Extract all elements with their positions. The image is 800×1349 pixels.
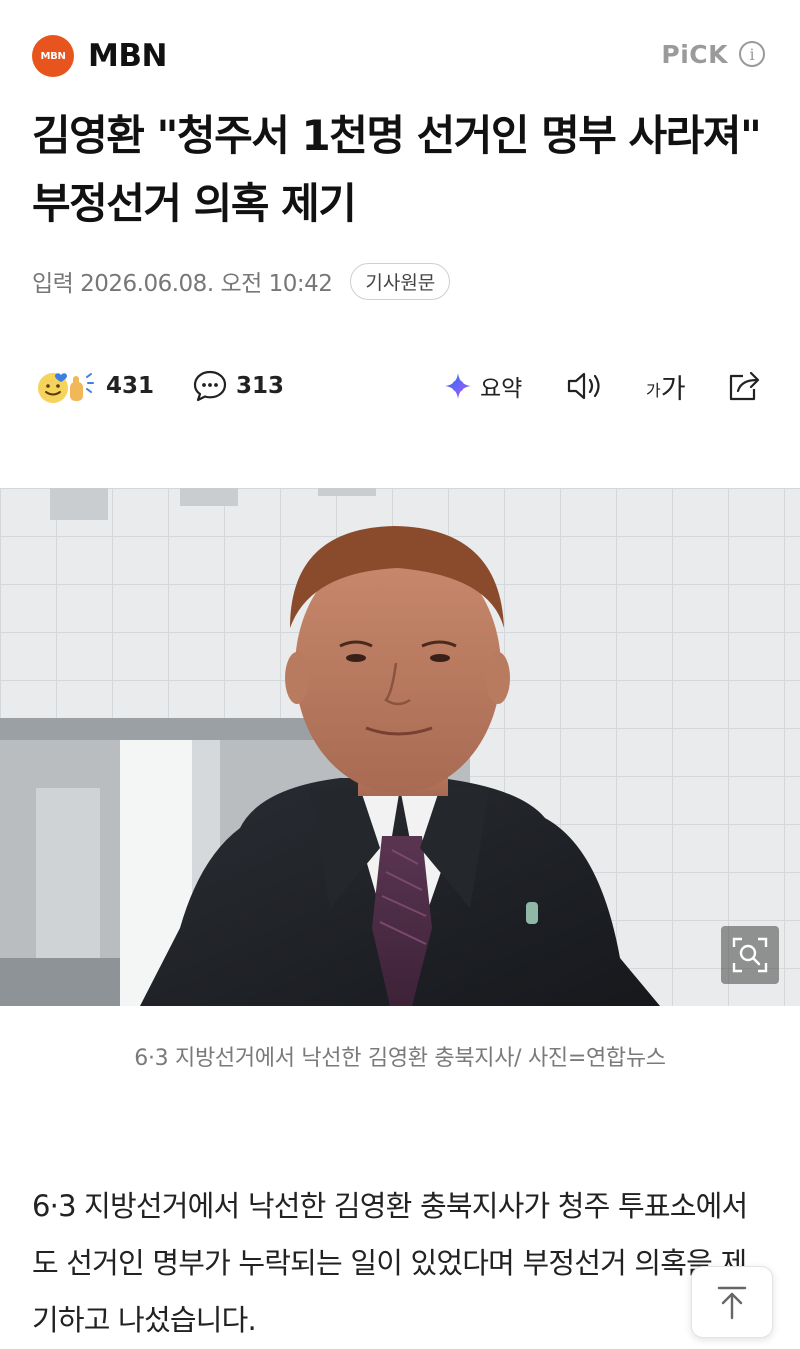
photo-caption: 6·3 지방선거에서 낙선한 김영환 충북지사/ 사진=연합뉴스 <box>134 1046 666 1071</box>
article-body-paragraph: 6·3 지방선거에서 낙선한 김영환 충북지사가 청주 투표소에서도 선거인 명… <box>32 1189 748 1337</box>
comment-bubble-icon <box>193 370 227 402</box>
original-article-button[interactable]: 기사원문 <box>350 262 451 300</box>
arrow-up-icon <box>717 1286 747 1320</box>
zoom-magnifier-icon <box>732 937 768 973</box>
share-button[interactable] <box>725 360 765 412</box>
article-toolbar: 431 313 요약 가 가 <box>32 360 768 412</box>
press-logo[interactable]: MBN <box>32 35 74 77</box>
font-size-button[interactable]: 가 가 <box>646 360 686 412</box>
photo-zoom-button[interactable] <box>721 926 779 984</box>
article-meta: 입력 2026.06.08. 오전 10:42 기사원문 <box>32 262 451 300</box>
article-photo[interactable] <box>0 488 800 1006</box>
font-size-small-glyph: 가 <box>646 381 661 400</box>
article-headline: 김영환 "청주서 1천명 선거인 명부 사라져" 부정선거 의혹 제기 <box>32 111 762 228</box>
summary-sparkle-icon <box>445 373 471 399</box>
scroll-to-top-button[interactable] <box>691 1266 773 1338</box>
reaction-emoji-icon <box>38 373 94 403</box>
reaction-count: 431 <box>106 373 155 399</box>
comments-button[interactable]: 313 <box>192 360 284 412</box>
text-to-speech-button[interactable] <box>565 360 607 412</box>
comment-count: 313 <box>236 373 285 399</box>
speaker-icon <box>567 372 600 400</box>
summary-button[interactable]: 요약 <box>442 360 522 412</box>
published-date: 입력 2026.06.08. 오전 10:42 <box>32 271 333 297</box>
press-header: MBN MBN PiCK i <box>32 34 768 80</box>
info-icon[interactable]: i <box>739 41 765 67</box>
reaction-button[interactable]: 431 <box>34 360 154 412</box>
article-photo-image <box>0 488 800 1006</box>
summary-label: 요약 <box>480 376 523 402</box>
font-size-large-glyph: 가 <box>660 373 686 405</box>
share-icon <box>729 371 760 401</box>
pick-badge: PiCK <box>661 40 728 69</box>
press-name[interactable]: MBN <box>88 38 167 74</box>
